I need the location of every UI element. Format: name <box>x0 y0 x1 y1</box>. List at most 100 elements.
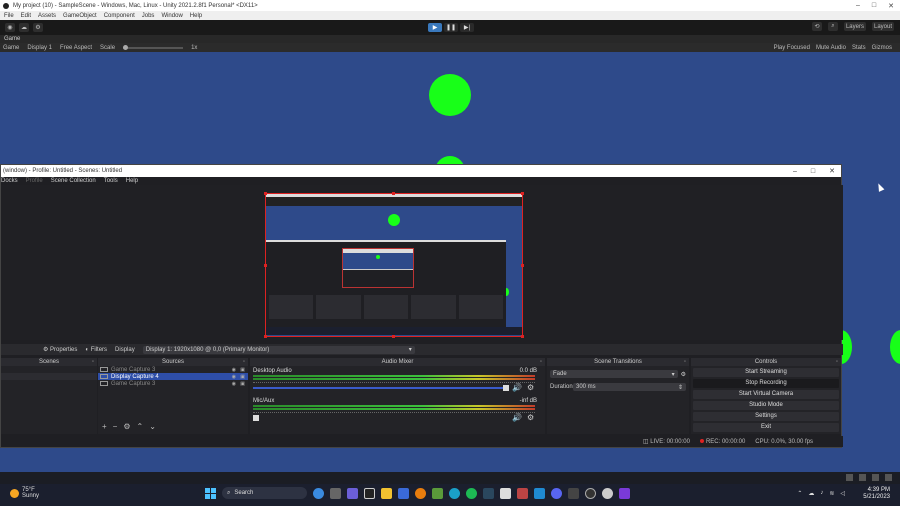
copilot-icon[interactable] <box>313 487 324 499</box>
maximize-icon[interactable]: □ <box>872 2 876 9</box>
game-icon[interactable] <box>517 487 528 499</box>
tab-game[interactable]: Game <box>4 36 20 42</box>
dock-float-icon[interactable]: ▫ <box>836 358 838 366</box>
obs-close-icon[interactable]: ✕ <box>829 167 835 175</box>
minimize-icon[interactable]: – <box>856 2 860 9</box>
transform-handle[interactable] <box>264 264 267 267</box>
obs-maximize-icon[interactable]: □ <box>811 168 815 175</box>
status-icon[interactable] <box>859 474 866 481</box>
obs-menu-help[interactable]: Help <box>126 178 138 184</box>
transform-handle[interactable] <box>521 192 524 195</box>
obs-app-icon[interactable] <box>585 487 596 499</box>
scene-item[interactable] <box>1 373 97 380</box>
collab-icon[interactable]: ⚙ <box>33 23 43 32</box>
close-icon[interactable]: ✕ <box>888 2 894 10</box>
speaker-icon[interactable]: 🔊 <box>512 413 522 422</box>
stats-toggle[interactable]: Stats <box>852 45 866 51</box>
spotify-icon[interactable] <box>466 487 477 499</box>
dock-float-icon[interactable]: ▫ <box>92 358 94 366</box>
app-icon[interactable] <box>619 487 630 499</box>
menu-file[interactable]: File <box>4 13 14 19</box>
source-item[interactable]: Display Capture 4 ◉ ▣ <box>98 373 248 380</box>
exit-button[interactable]: Exit <box>693 423 839 432</box>
file-explorer-icon[interactable] <box>381 487 392 499</box>
account-icon[interactable]: ◉ <box>5 23 15 32</box>
dock-float-icon[interactable]: ▫ <box>243 358 245 366</box>
pause-icon[interactable]: ❚❚ <box>444 23 458 32</box>
taskbar-search[interactable]: ⌕ Search <box>222 487 307 499</box>
discord-icon[interactable] <box>551 487 562 499</box>
dock-float-icon[interactable]: ▫ <box>684 358 686 366</box>
volume-fader[interactable] <box>253 387 508 389</box>
chat-icon[interactable] <box>347 487 358 499</box>
status-icon[interactable] <box>872 474 879 481</box>
cloud-icon[interactable]: ☁ <box>808 490 814 497</box>
eye-icon[interactable]: ◉ <box>232 374 236 380</box>
display-select[interactable]: Display 1 <box>27 45 52 51</box>
search-icon[interactable]: ⌕ <box>827 22 838 31</box>
transform-handle[interactable] <box>264 335 267 338</box>
chevron-up-icon[interactable]: ⌃ <box>797 490 802 497</box>
display-select[interactable]: Display 1: 1920x1080 @ 0,0 (Primary Moni… <box>142 345 415 354</box>
transform-handle[interactable] <box>521 264 524 267</box>
menu-edit[interactable]: Edit <box>21 13 31 19</box>
transform-handle[interactable] <box>392 192 395 195</box>
status-icon[interactable] <box>846 474 853 481</box>
start-streaming-button[interactable]: Start Streaming <box>693 368 839 377</box>
obs-menu-scene-collection[interactable]: Scene Collection <box>51 178 96 184</box>
gear-icon[interactable]: ⚙ <box>681 371 686 378</box>
dock-float-icon[interactable]: ▫ <box>540 358 542 366</box>
lock-icon[interactable]: ▣ <box>240 374 245 380</box>
obs-minimize-icon[interactable]: – <box>793 168 797 175</box>
transform-handle[interactable] <box>392 335 395 338</box>
scale-slider-knob[interactable] <box>123 44 129 50</box>
gear-icon[interactable]: ⚙ <box>123 422 130 431</box>
eye-icon[interactable]: ◉ <box>232 367 236 373</box>
move-down-icon[interactable]: ⌄ <box>149 422 156 431</box>
unity-app-icon[interactable] <box>364 487 375 499</box>
obs-menu-tools[interactable]: Tools <box>104 178 118 184</box>
studio-mode-button[interactable]: Studio Mode <box>693 401 839 410</box>
source-item[interactable]: Game Capture 3 ◉ ▣ <box>98 380 248 387</box>
play-icon[interactable]: ▶ <box>428 23 442 32</box>
menu-help[interactable]: Help <box>190 13 202 19</box>
start-virtual-camera-button[interactable]: Start Virtual Camera <box>693 390 839 399</box>
windows-start-icon[interactable] <box>205 487 216 499</box>
source-item[interactable]: Game Capture 3 ◉ ▣ <box>98 366 248 373</box>
taskbar-clock[interactable]: 4:39 PM 5/21/2023 <box>863 487 890 501</box>
transform-handle[interactable] <box>264 192 267 195</box>
mute-audio-toggle[interactable]: Mute Audio <box>816 45 846 51</box>
history-icon[interactable]: ⟲ <box>811 22 822 31</box>
transform-handle[interactable] <box>521 335 524 338</box>
layers-dropdown[interactable]: Layers <box>843 22 866 31</box>
obs-preview-canvas[interactable] <box>265 193 523 337</box>
gear-icon[interactable]: ⚙ <box>527 383 534 392</box>
menu-jobs[interactable]: Jobs <box>142 13 155 19</box>
menu-component[interactable]: Component <box>104 13 135 19</box>
gizmos-toggle[interactable]: Gizmos <box>872 45 892 51</box>
minecraft-icon[interactable] <box>432 487 443 499</box>
play-focused-toggle[interactable]: Play Focused <box>774 45 810 51</box>
menu-gameobject[interactable]: GameObject <box>63 13 97 19</box>
volume-fader-knob[interactable] <box>253 415 259 421</box>
duration-input[interactable]: 300 ms ⇕ <box>573 383 686 391</box>
unity-hub-icon[interactable] <box>500 487 511 499</box>
media-icon[interactable] <box>602 487 613 499</box>
obs-menu-profile[interactable]: Profile <box>26 178 43 184</box>
filters-button[interactable]: ◐ Filters <box>85 347 107 353</box>
spinner-icon[interactable]: ⇕ <box>678 384 683 391</box>
speaker-icon[interactable]: 🔊 <box>512 383 522 392</box>
transition-select[interactable]: Fade ▾ <box>550 370 678 378</box>
cloud-icon[interactable]: ☁ <box>19 23 29 32</box>
layout-dropdown[interactable]: Layout <box>871 22 894 31</box>
gear-icon[interactable]: ⚙ <box>527 413 534 422</box>
vscode-icon[interactable] <box>534 487 545 499</box>
eye-icon[interactable]: ◉ <box>232 381 236 387</box>
menu-window[interactable]: Window <box>161 13 182 19</box>
lock-icon[interactable]: ▣ <box>240 367 245 373</box>
volume-icon[interactable]: ◁ <box>840 490 845 497</box>
properties-button[interactable]: ⚙ Properties <box>43 346 77 353</box>
weather-widget[interactable]: 75°F Sunny <box>10 487 39 499</box>
edge-icon[interactable] <box>449 487 460 499</box>
wifi-icon[interactable]: ≋ <box>829 490 834 497</box>
